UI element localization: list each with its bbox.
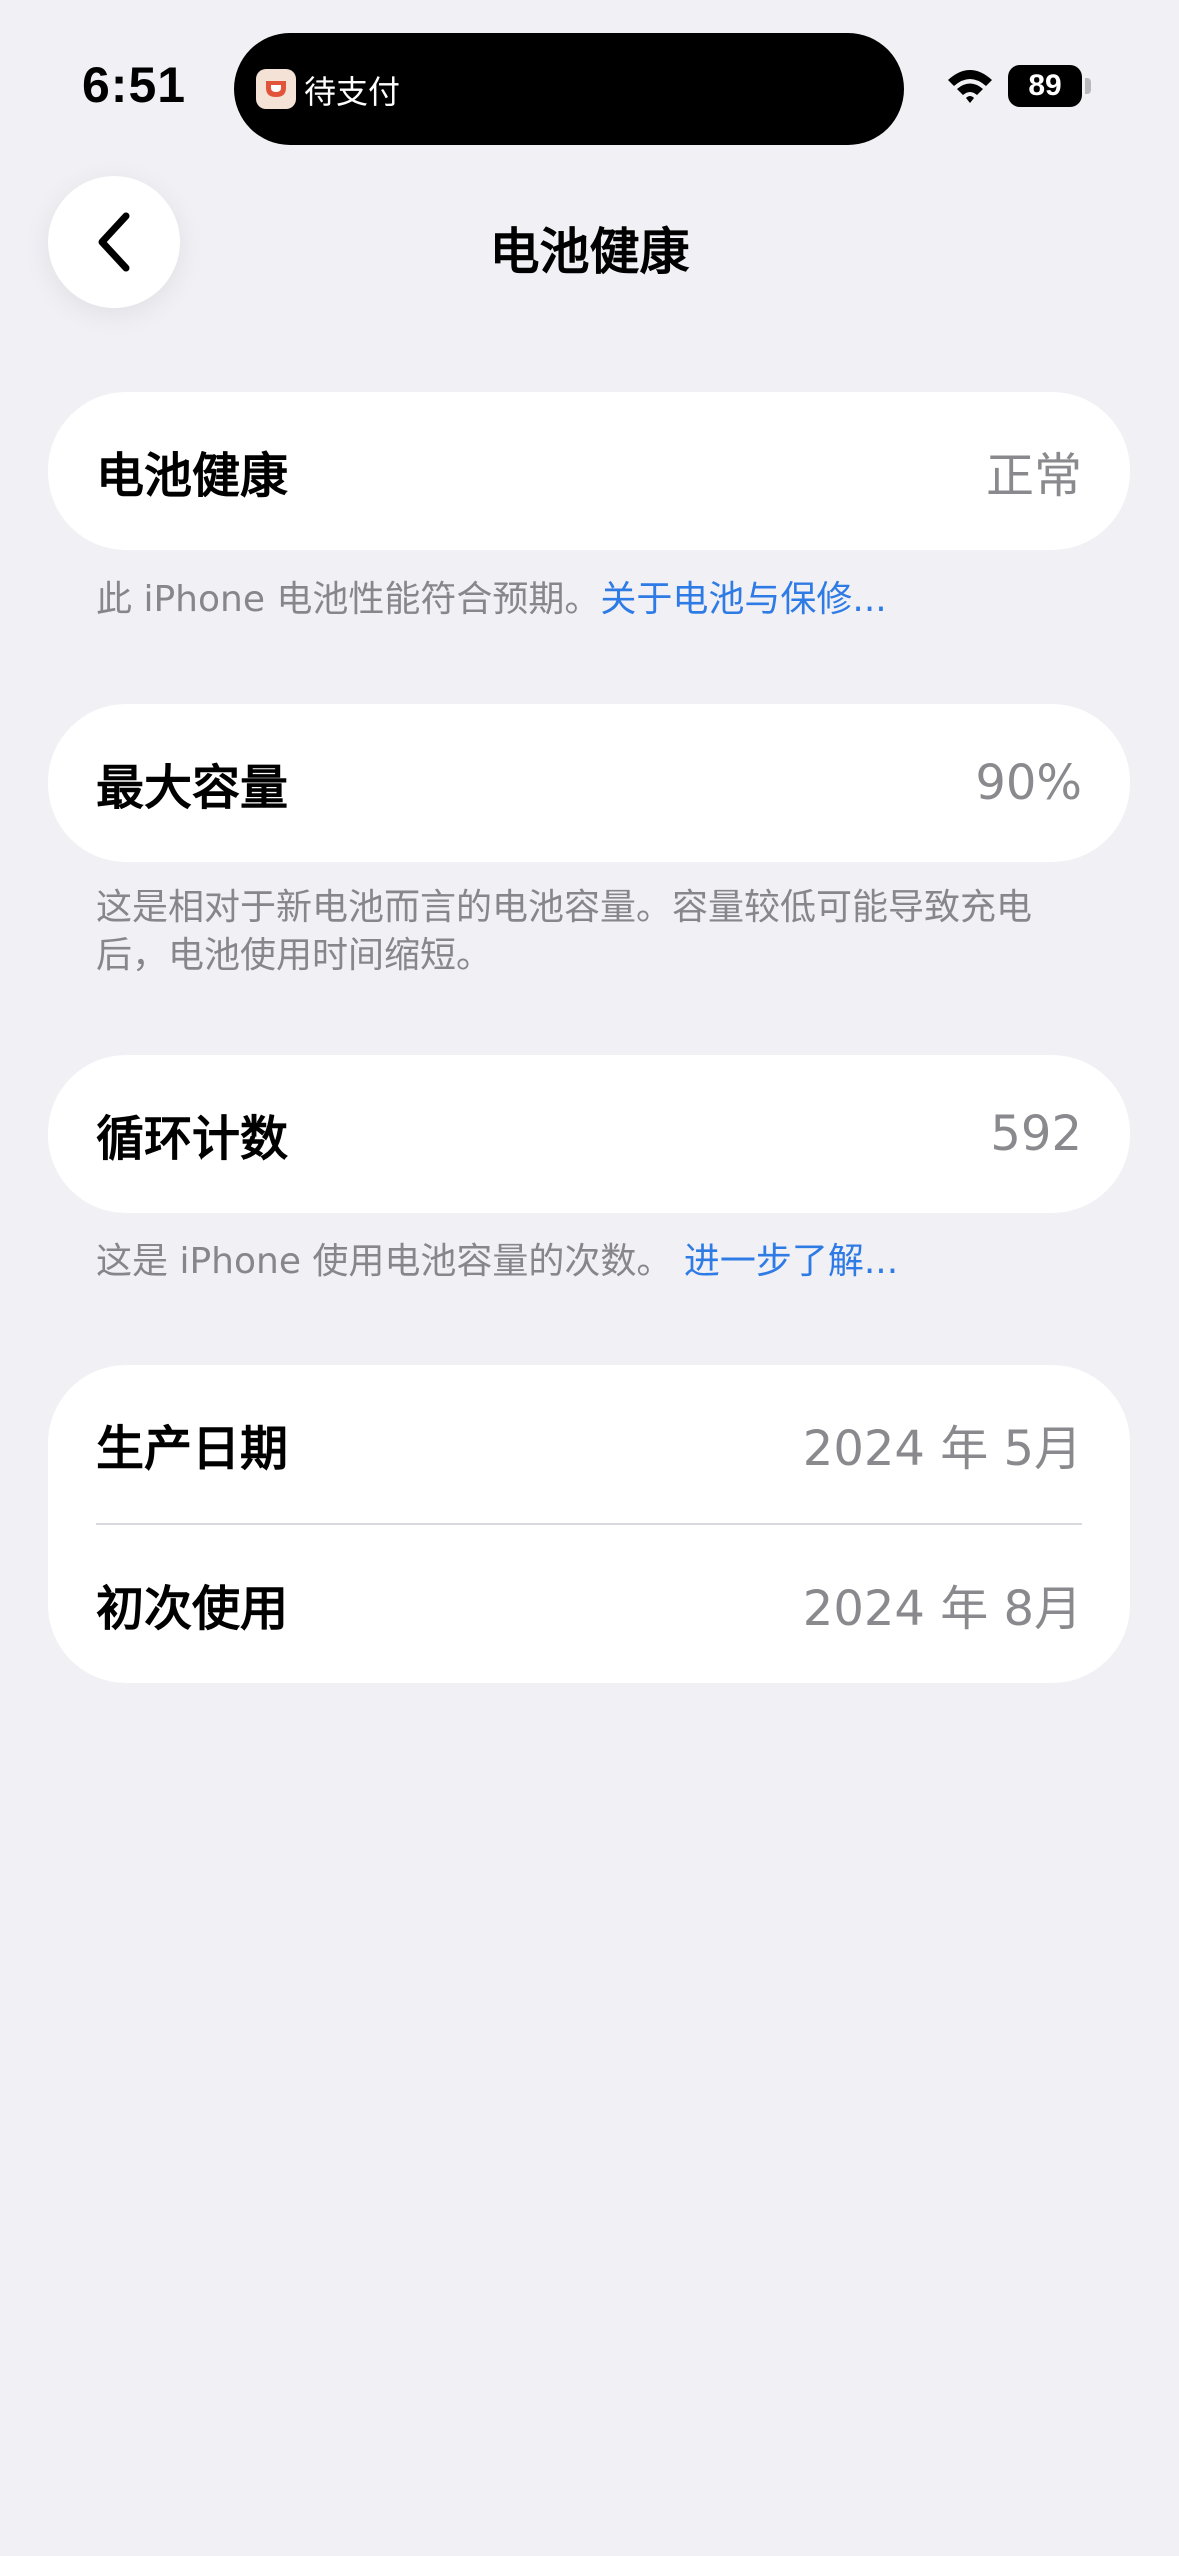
cycle-count-label: 循环计数 [96,1111,289,1167]
max-capacity-row: 最大容量 90% [48,704,1130,862]
battery-indicator: 89 [1008,65,1082,107]
cycle-count-value: 592 [990,1106,1082,1162]
manufacture-date-row: 生产日期 2024 年 5月 [48,1365,1130,1523]
battery-cap [1085,78,1091,94]
battery-warranty-link[interactable]: 关于电池与保修... [600,579,886,620]
max-capacity-footnote: 这是相对于新电池而言的电池容量。容量较低可能导致充电后，电池使用时间缩短。 [96,887,1033,976]
battery-health-row: 电池健康 正常 [48,392,1130,550]
page-title: 电池健康 [489,223,690,281]
first-use-row: 初次使用 2024 年 8月 [48,1525,1130,1683]
battery-health-card: 电池健康 正常 [48,392,1130,550]
max-capacity-card: 最大容量 90% [48,704,1130,862]
cycle-count-footnote: 这是 iPhone 使用电池容量的次数。 进一步了解... [96,1238,1056,1286]
battery-health-footnote: 此 iPhone 电池性能符合预期。关于电池与保修... [96,576,1056,624]
first-use-label: 初次使用 [96,1581,289,1637]
first-use-value: 2024 年 8月 [802,1581,1082,1637]
cycle-count-row: 循环计数 592 [48,1055,1130,1213]
battery-health-value: 正常 [985,448,1082,504]
battery-health-footnote-text: 此 iPhone 电池性能符合预期。 [96,579,601,620]
max-capacity-value: 90% [975,755,1082,811]
learn-more-link[interactable]: 进一步了解... [684,1241,898,1282]
app-icon [256,69,296,109]
battery-health-label: 电池健康 [96,448,289,504]
dates-card: 生产日期 2024 年 5月 初次使用 2024 年 8月 [48,1365,1130,1683]
status-time: 6:51 [82,57,187,113]
manufacture-date-label: 生产日期 [96,1421,289,1477]
dynamic-island[interactable]: 待支付 [234,33,904,145]
manufacture-date-value: 2024 年 5月 [802,1421,1082,1477]
wifi-icon [948,70,992,103]
battery-level: 89 [1028,69,1062,102]
cycle-count-footnote-text: 这是 iPhone 使用电池容量的次数。 [96,1241,673,1282]
max-capacity-label: 最大容量 [96,760,289,816]
cycle-count-card: 循环计数 592 [48,1055,1130,1213]
island-activity-text: 待支付 [304,73,401,111]
